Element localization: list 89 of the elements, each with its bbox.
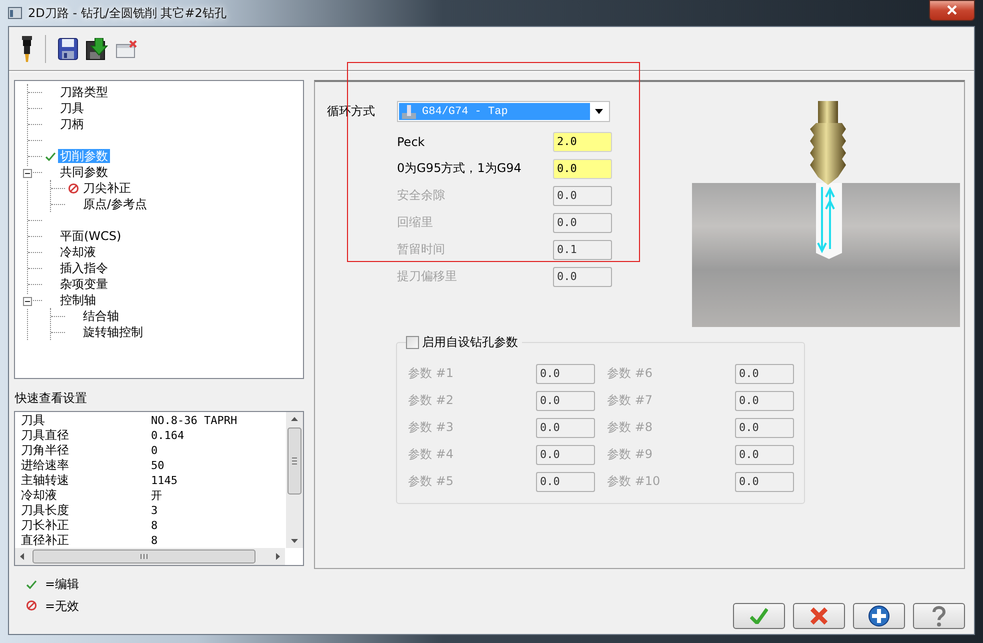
window-title: 2D刀路 - 钻孔/全圆铣削 其它#2钻孔 [28, 4, 226, 22]
field-label: 参数 #4 [408, 446, 455, 463]
field-label: 提刀偏移里 [397, 268, 458, 285]
tree-item[interactable]: 冷却液 [58, 245, 98, 259]
value-field[interactable]: 0.0 [536, 364, 595, 384]
setting-value: 0 [151, 444, 158, 457]
field-label: 参数 #1 [408, 365, 455, 382]
add-button[interactable] [853, 603, 905, 629]
field-label: 暂留时间 [397, 241, 446, 258]
field-label: 回缩里 [397, 214, 434, 231]
window-icon [8, 7, 22, 19]
setting-name: 进给速率 [21, 457, 70, 474]
setting-value: 8 [151, 519, 158, 532]
tree-item[interactable]: 刀路类型 [58, 85, 110, 99]
value-field[interactable]: 0.0 [735, 444, 794, 464]
setting-value: 0.164 [151, 429, 184, 442]
tree-item[interactable]: 共同参数 [58, 165, 110, 179]
value-field[interactable]: 0.0 [735, 364, 794, 384]
check-icon [750, 608, 768, 624]
close-icon [810, 607, 828, 625]
setting-name: 冷却液 [21, 487, 58, 504]
setting-name: 刀长补正 [21, 517, 70, 534]
prohibited-icon [26, 600, 37, 610]
value-field[interactable]: 0.0 [553, 158, 612, 178]
tree-item[interactable]: 原点/参考点 [81, 197, 150, 211]
tree-item[interactable]: 刀具 [58, 101, 86, 115]
value-field[interactable]: 0.0 [536, 444, 595, 464]
tool-holder-icon[interactable] [21, 36, 33, 62]
collapse-icon[interactable] [23, 297, 32, 306]
legend-label: =编辑 [45, 576, 80, 593]
field-label: 参数 #8 [607, 419, 654, 436]
value-field[interactable]: 0.0 [735, 418, 794, 438]
field-label: 0为G95方式，1为G94 [397, 160, 522, 177]
setting-value: 50 [151, 459, 164, 472]
check-icon [26, 580, 37, 588]
tree-item[interactable]: 结合轴 [81, 309, 121, 323]
tree-item[interactable]: 平面(WCS) [58, 229, 124, 243]
cancel-button[interactable] [793, 603, 845, 629]
checkbox-label: 启用自设钻孔参数 [422, 334, 518, 351]
tap-icon [402, 104, 416, 118]
tree-item[interactable]: 刀尖补正 [81, 181, 133, 195]
field-label: 参数 #7 [607, 392, 654, 409]
help-button[interactable] [913, 603, 965, 629]
setting-value: 开 [151, 488, 162, 503]
setting-name: 刀具长度 [21, 502, 70, 519]
legend-label: =无效 [45, 598, 80, 615]
value-field[interactable]: 0.0 [536, 390, 595, 410]
tree-item[interactable]: 插入指令 [58, 261, 110, 275]
ok-button[interactable] [733, 603, 785, 629]
caret-icon [595, 109, 603, 114]
value-field[interactable]: 0.0 [735, 472, 794, 492]
plus-icon [868, 605, 890, 627]
close-icon [947, 5, 957, 15]
checkbox[interactable] [406, 336, 419, 349]
tree-item[interactable]: 控制轴 [58, 293, 98, 307]
collapse-icon[interactable] [23, 169, 32, 178]
setting-value: NO.8-36 TAPRH [151, 414, 238, 427]
value-field[interactable]: 0.0 [536, 472, 595, 492]
value-field[interactable]: 2.0 [553, 132, 612, 152]
save-icon[interactable] [58, 38, 78, 60]
vertical-scrollbar[interactable] [286, 412, 303, 548]
check-icon [44, 152, 56, 160]
close-window-icon[interactable] [116, 40, 138, 58]
horizontal-scrollbar[interactable] [15, 548, 285, 565]
field-label: Peck [397, 134, 426, 148]
section-title: 快速查看设置 [14, 390, 88, 407]
value-field[interactable]: 0.0 [536, 418, 595, 438]
setting-name: 直径补正 [21, 532, 70, 548]
value-field[interactable]: 0.0 [735, 390, 794, 410]
field-label: 参数 #5 [408, 473, 455, 490]
setting-name: 刀角半径 [21, 442, 70, 459]
setting-name: 刀具 [21, 412, 46, 429]
help-icon [932, 605, 946, 627]
field-label: 参数 #2 [408, 392, 455, 409]
setting-value: 1145 [151, 474, 178, 487]
setting-value: 8 [151, 534, 158, 547]
tree-item[interactable]: 杂项变量 [58, 277, 110, 291]
tree-item[interactable]: 旋转轴控制 [81, 325, 145, 339]
field-label: 参数 #10 [607, 473, 662, 490]
prohibited-icon [68, 182, 78, 194]
field-label: 参数 #3 [408, 419, 455, 436]
close-button[interactable] [929, 0, 975, 20]
field-label: 参数 #9 [607, 446, 654, 463]
field-label: 安全余隙 [397, 187, 446, 204]
setting-value: 3 [151, 504, 158, 517]
tree-item[interactable]: 刀柄 [58, 117, 86, 131]
setting-name: 主轴转速 [21, 472, 70, 489]
field-label: 参数 #6 [607, 365, 654, 382]
setting-name: 刀具直径 [21, 427, 70, 444]
